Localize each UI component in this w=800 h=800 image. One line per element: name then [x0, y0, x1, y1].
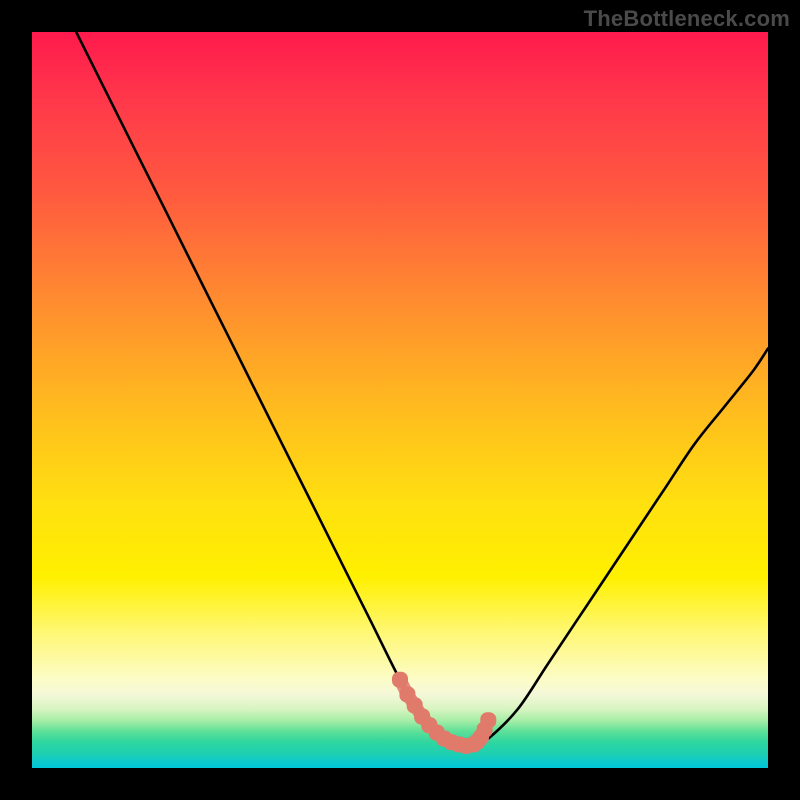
- chart-frame: [32, 32, 768, 768]
- brand-watermark: TheBottleneck.com: [584, 6, 790, 32]
- marker-dot: [480, 712, 496, 728]
- marker-dot: [392, 672, 408, 688]
- highlight-markers: [32, 32, 768, 768]
- markers-group: [392, 672, 496, 754]
